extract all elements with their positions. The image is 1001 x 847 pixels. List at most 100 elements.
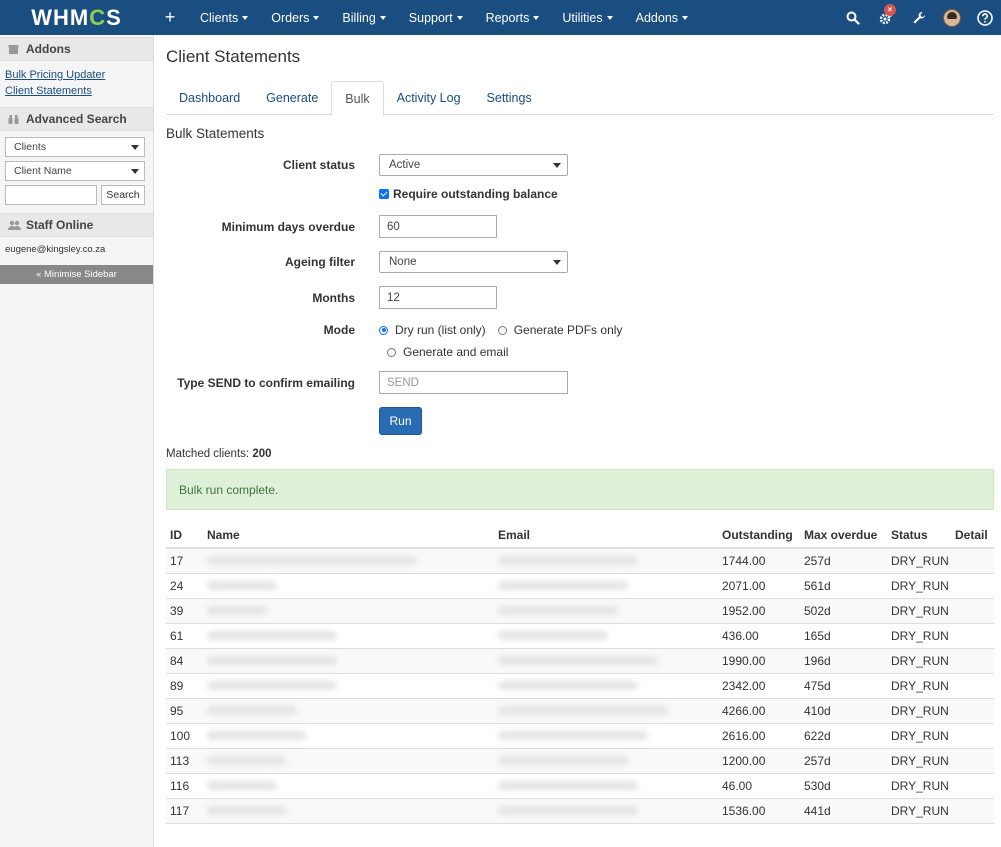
table-row: 84 1990.00 196d DRY_RUN: [166, 648, 994, 674]
sidebar-search-button[interactable]: Search: [101, 185, 145, 205]
ageing-filter-select[interactable]: None: [379, 251, 568, 273]
user-avatar[interactable]: [935, 0, 968, 35]
mode-generate-pdfs-radio[interactable]: Generate PDFs only: [497, 323, 623, 337]
nav-support[interactable]: Support: [395, 0, 472, 35]
cell-detail: [951, 598, 994, 624]
cell-detail: [951, 548, 994, 574]
cell-max-overdue: 165d: [800, 623, 887, 649]
col-email: Email: [494, 523, 718, 549]
success-alert: Bulk run complete.: [166, 469, 994, 510]
radio-selected-icon: [379, 325, 388, 335]
sidebar-link-bulk-pricing-updater[interactable]: Bulk Pricing Updater: [5, 67, 148, 83]
col-status: Status: [887, 523, 951, 549]
cell-status: DRY_RUN: [887, 623, 951, 649]
quick-add-plus-icon[interactable]: +: [159, 7, 181, 28]
client-status-select[interactable]: Active: [379, 154, 568, 176]
tab-bulk[interactable]: Bulk: [331, 81, 384, 116]
confirm-send-input[interactable]: SEND: [379, 371, 568, 394]
cell-email-redacted: [494, 573, 718, 599]
sidebar-search-input[interactable]: [5, 185, 97, 205]
mode-generate-email-radio[interactable]: Generate and email: [387, 345, 508, 359]
main-menu: Clients Orders Billing Support Reports U…: [186, 0, 697, 35]
cell-max-overdue: 410d: [800, 698, 887, 724]
cell-detail: [951, 723, 994, 749]
run-button[interactable]: Run: [379, 407, 422, 435]
help-icon[interactable]: [968, 0, 1001, 35]
nav-orders[interactable]: Orders: [257, 0, 328, 35]
minimise-sidebar-button[interactable]: « Minimise Sidebar: [0, 265, 153, 284]
require-outstanding-checkbox[interactable]: Require outstanding balance: [379, 187, 558, 201]
col-max-overdue: Max overdue: [800, 523, 887, 549]
nav-clients[interactable]: Clients: [186, 0, 257, 35]
sidebar-addons-title: Addons: [26, 42, 71, 56]
cell-email-redacted: [494, 548, 718, 574]
page-title: Client Statements: [166, 47, 301, 66]
tab-generate[interactable]: Generate: [253, 81, 331, 115]
advanced-search-form: Clients Client Name Search: [0, 131, 153, 213]
radio-label: Generate PDFs only: [513, 323, 623, 337]
cell-outstanding: 2342.00: [718, 673, 800, 699]
top-navbar: WHM C S + Clients Orders Billing Support R…: [0, 0, 1001, 35]
chevron-down-icon: [131, 168, 139, 174]
radio-icon: [387, 347, 396, 357]
nav-label: Reports: [485, 10, 530, 25]
tab-dashboard[interactable]: Dashboard: [166, 81, 253, 115]
redacted-name: [207, 780, 277, 790]
cell-email-redacted: [494, 673, 718, 699]
users-icon: [8, 220, 21, 231]
col-name: Name: [203, 523, 494, 549]
cell-name-redacted: [203, 773, 494, 799]
results-table: ID Name Email Outstanding Max overdue St…: [166, 523, 994, 824]
cell-name-redacted: [203, 723, 494, 749]
nav-billing[interactable]: Billing: [328, 0, 394, 35]
matched-clients: Matched clients: 200: [166, 448, 994, 460]
cell-outstanding: 1990.00: [718, 648, 800, 674]
wrench-icon[interactable]: [902, 0, 935, 35]
cell-status: DRY_RUN: [887, 648, 951, 674]
select-value: Clients: [14, 141, 47, 153]
table-row: 24 2071.00 561d DRY_RUN: [166, 573, 994, 599]
table-row: 100 2616.00 622d DRY_RUN: [166, 723, 994, 749]
staff-online-list: eugene@kingsley.co.za: [0, 237, 153, 265]
nav-addons[interactable]: Addons: [622, 0, 697, 35]
whmcs-logo[interactable]: WHM C S: [0, 0, 153, 35]
cell-name-redacted: [203, 623, 494, 649]
months-input[interactable]: 12: [379, 286, 497, 309]
redacted-email: [498, 630, 608, 640]
cell-status: DRY_RUN: [887, 773, 951, 799]
cell-outstanding: 1200.00: [718, 748, 800, 774]
min-days-input[interactable]: 60: [379, 215, 497, 238]
search-icon[interactable]: [836, 0, 869, 35]
notification-badge: ×: [884, 4, 896, 16]
table-header-row: ID Name Email Outstanding Max overdue St…: [166, 523, 994, 549]
cell-outstanding: 2071.00: [718, 573, 800, 599]
redacted-name: [207, 730, 307, 740]
caret-down-icon: [313, 15, 320, 20]
mode-dry-run-radio[interactable]: Dry run (list only): [379, 323, 486, 337]
matched-label: Matched clients:: [166, 448, 250, 460]
sidebar-link-client-statements[interactable]: Client Statements: [5, 83, 148, 99]
cell-detail: [951, 773, 994, 799]
search-type-select[interactable]: Clients: [5, 137, 145, 157]
caret-down-icon: [682, 15, 689, 20]
automation-gears-icon[interactable]: ×: [869, 0, 902, 35]
mode-radio-group: Dry run (list only) Generate PDFs only G…: [379, 323, 622, 359]
cell-id: 100: [166, 723, 203, 749]
table-row: 116 46.00 530d DRY_RUN: [166, 773, 994, 799]
nav-label: Support: [408, 10, 453, 25]
avatar-image: [942, 8, 961, 27]
cell-email-redacted: [494, 748, 718, 774]
search-field-select[interactable]: Client Name: [5, 161, 145, 181]
table-body: 17 1744.00 257d DRY_RUN 24 2071.00 561d DRY_RUN…: [166, 548, 994, 824]
sidebar-advanced-search-header: Advanced Search: [0, 107, 153, 131]
sidebar: Addons Bulk Pricing Updater Client State…: [0, 35, 154, 847]
tab-activity-log[interactable]: Activity Log: [384, 81, 474, 115]
nav-right-icons: ×: [836, 0, 1001, 35]
nav-utilities[interactable]: Utilities: [548, 0, 621, 35]
redacted-email: [498, 780, 638, 790]
table-row: 95 4266.00 410d DRY_RUN: [166, 698, 994, 724]
nav-reports[interactable]: Reports: [472, 0, 549, 35]
redacted-name: [207, 580, 277, 590]
tab-settings[interactable]: Settings: [474, 81, 545, 115]
min-days-label: Minimum days overdue: [221, 219, 355, 234]
